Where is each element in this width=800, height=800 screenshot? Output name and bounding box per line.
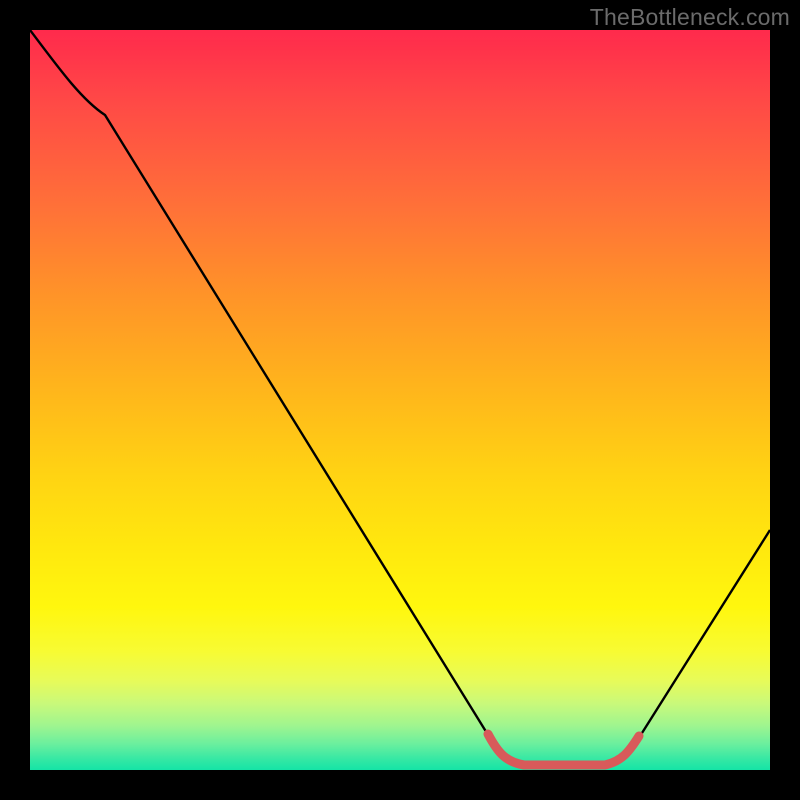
curve-path: [30, 30, 770, 765]
bottleneck-curve-svg: [30, 30, 770, 770]
trough-marker: [488, 734, 639, 765]
chart-frame: TheBottleneck.com: [0, 0, 800, 800]
watermark-text: TheBottleneck.com: [590, 4, 790, 31]
plot-area: [30, 30, 770, 770]
